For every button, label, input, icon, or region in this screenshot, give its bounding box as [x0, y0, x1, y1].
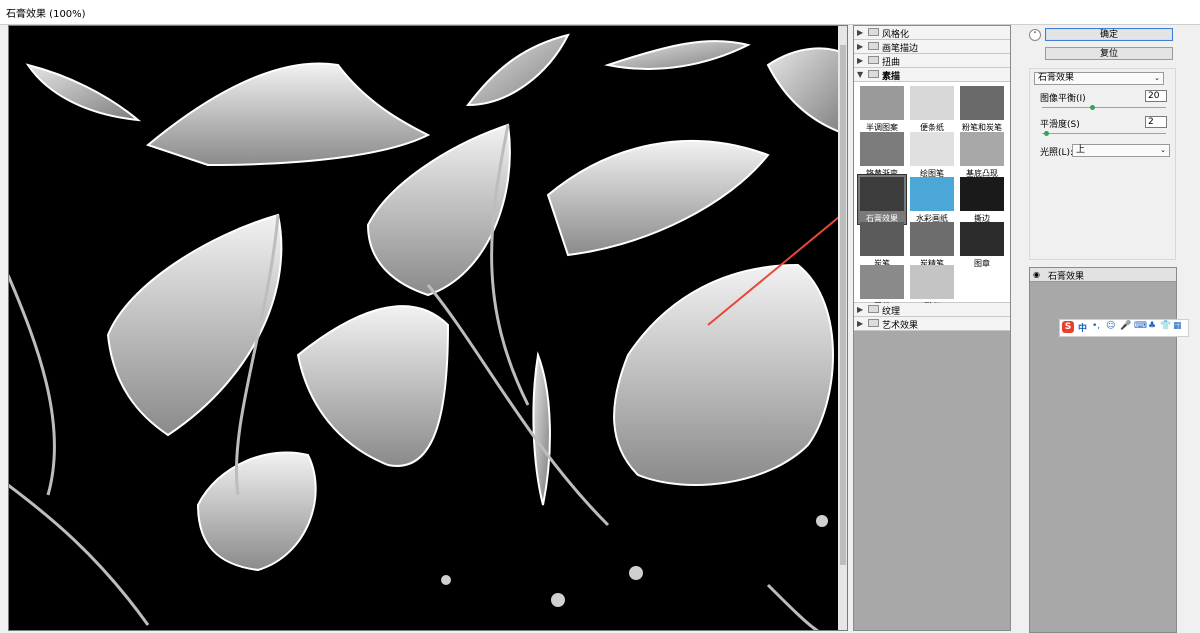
category-sketch[interactable]: ▼ 素描	[854, 68, 1010, 82]
filter-thumb-selected[interactable]: 石膏效果	[857, 174, 907, 225]
collapse-arrow-icon: ▼	[857, 70, 864, 79]
expand-arrow-icon: ▶	[857, 42, 864, 51]
category-label: 画笔描边	[882, 44, 919, 54]
collapse-gallery-icon[interactable]: ˄	[1029, 29, 1041, 41]
filter-gallery[interactable]: ▶ 风格化 ▶ 画笔描边 ▶ 扭曲 ▼ 素描 半调图案 便条纸 粉笔和炭笔 铬黄…	[853, 25, 1011, 631]
filter-thumb[interactable]: 图章	[958, 220, 1006, 269]
folder-icon	[868, 305, 879, 313]
keyboard-icon[interactable]: ⌨	[1134, 321, 1147, 331]
title-bar: 石膏效果 (100%)	[0, 0, 1200, 25]
smoothness-input[interactable]: 2	[1145, 116, 1167, 128]
toolbox-icon[interactable]: ▦	[1173, 321, 1182, 331]
user-icon[interactable]: ♣	[1148, 321, 1156, 331]
filter-thumb[interactable]: 水彩画纸	[908, 175, 956, 224]
category-texture[interactable]: ▶ 纹理	[854, 303, 1010, 317]
filter-thumb[interactable]: 便条纸	[908, 84, 956, 133]
filter-thumb[interactable]: 粉笔和炭笔	[958, 84, 1006, 133]
folder-icon	[868, 319, 879, 327]
param-label: 平滑度(S)	[1040, 120, 1080, 130]
filter-thumb[interactable]: 炭笔	[858, 220, 906, 269]
slider-knob[interactable]	[1090, 105, 1095, 110]
folder-icon	[868, 70, 879, 78]
chevron-down-icon: ⌄	[1154, 74, 1160, 82]
filter-thumb[interactable]: 基底凸现	[958, 130, 1006, 179]
chevron-down-icon: ⌄	[1160, 146, 1166, 154]
eye-icon[interactable]: ◉	[1033, 270, 1040, 279]
light-label: 光照(L):	[1040, 148, 1074, 158]
image-balance-slider[interactable]	[1042, 107, 1166, 108]
category-label: 风格化	[882, 30, 910, 40]
category-label: 纹理	[882, 307, 901, 317]
filter-thumb[interactable]: 半调图案	[858, 84, 906, 133]
folder-icon	[868, 28, 879, 36]
microphone-icon[interactable]: 🎤	[1120, 321, 1131, 331]
plaster-preview-image	[8, 33, 848, 631]
smoothness-slider[interactable]	[1042, 133, 1166, 134]
folder-icon	[868, 56, 879, 64]
filter-select[interactable]: 石膏效果 ⌄	[1034, 72, 1164, 85]
punctuation-icon[interactable]: •,	[1092, 321, 1100, 331]
light-select[interactable]: 上 ⌄	[1072, 144, 1170, 157]
filter-thumb[interactable]: 绘图笔	[908, 130, 956, 179]
expand-arrow-icon: ▶	[857, 319, 864, 328]
folder-icon	[868, 42, 879, 50]
filter-thumbnails: 半调图案 便条纸 粉笔和炭笔 铬黄渐变 绘图笔 基底凸现 石膏效果 水彩画纸 撕…	[854, 82, 1010, 311]
skin-icon[interactable]: 👕	[1160, 321, 1171, 331]
sogou-logo-icon: S	[1062, 321, 1074, 333]
filter-thumb[interactable]: 铬黄渐变	[858, 130, 906, 179]
category-brush-strokes[interactable]: ▶ 画笔描边	[854, 40, 1010, 54]
ime-mode[interactable]: 中	[1078, 321, 1087, 334]
filter-preview-canvas[interactable]	[8, 25, 848, 631]
window-title: 石膏效果 (100%)	[6, 9, 86, 20]
expand-arrow-icon: ▶	[857, 56, 864, 65]
slider-knob[interactable]	[1044, 131, 1049, 136]
category-label: 扭曲	[882, 58, 901, 68]
category-label: 素描	[882, 72, 901, 82]
category-artistic[interactable]: ▶ 艺术效果	[854, 317, 1010, 331]
ime-toolbar[interactable]: S 中 •, ☺ 🎤 ⌨ ♣ 👕 ▦	[1059, 319, 1189, 337]
filter-options: 石膏效果 ⌄ 图像平衡(I) 20 平滑度(S) 2 光照(L): 上 ⌄	[1029, 68, 1176, 260]
preview-scrollbar[interactable]	[838, 25, 848, 631]
reset-button[interactable]: 复位	[1045, 47, 1173, 60]
param-label: 图像平衡(I)	[1040, 94, 1086, 104]
effect-layer-row[interactable]: ◉ 石膏效果	[1030, 268, 1176, 282]
filter-thumb[interactable]: 炭精笔	[908, 220, 956, 269]
emoji-icon[interactable]: ☺	[1106, 321, 1115, 331]
category-distort[interactable]: ▶ 扭曲	[854, 54, 1010, 68]
expand-arrow-icon: ▶	[857, 28, 864, 37]
expand-arrow-icon: ▶	[857, 305, 864, 314]
filter-thumb[interactable]: 撕边	[958, 175, 1006, 224]
category-label: 艺术效果	[882, 321, 919, 331]
category-stylize[interactable]: ▶ 风格化	[854, 26, 1010, 40]
image-balance-input[interactable]: 20	[1145, 90, 1167, 102]
ok-button[interactable]: 确定	[1045, 28, 1173, 41]
